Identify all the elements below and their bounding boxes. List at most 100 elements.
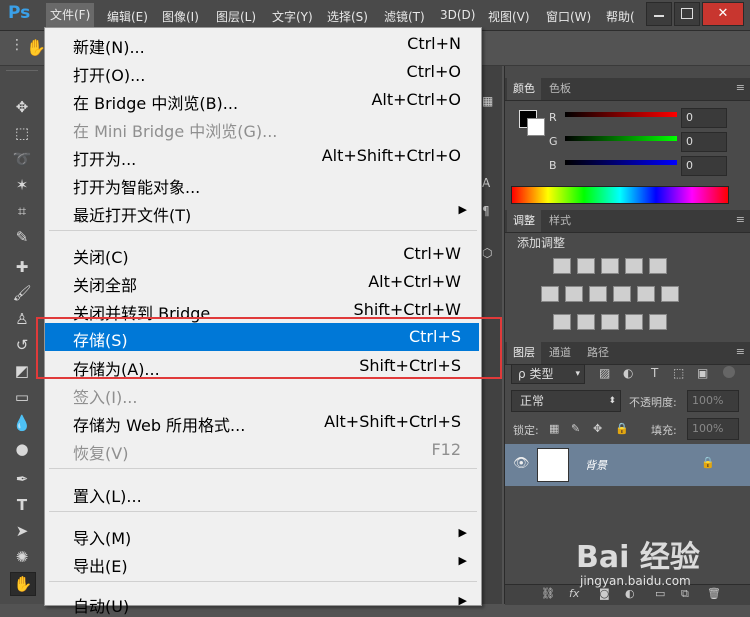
stamp-tool-icon[interactable]: ♙ xyxy=(10,308,34,330)
new-layer-icon[interactable]: ⧉ xyxy=(681,587,689,601)
green-value-input[interactable]: 0 xyxy=(681,132,727,152)
panel-menu-icon[interactable]: ≡ xyxy=(736,345,745,358)
menu-3d[interactable]: 3D(D) xyxy=(440,8,475,22)
menu-select[interactable]: 选择(S) xyxy=(327,8,368,25)
menu-filter[interactable]: 滤镜(T) xyxy=(384,8,425,25)
menu-item-import[interactable]: 导入(M) ▶ xyxy=(45,521,479,549)
marquee-tool-icon[interactable]: ⬚ xyxy=(10,122,34,144)
tab-styles[interactable]: 样式 xyxy=(543,210,577,232)
healing-brush-icon[interactable]: ✚ xyxy=(10,256,34,278)
gradient-tool-icon[interactable]: ▭ xyxy=(10,386,34,408)
color-spectrum-bar[interactable] xyxy=(511,186,729,204)
menu-view[interactable]: 视图(V) xyxy=(488,8,530,25)
menu-type[interactable]: 文字(Y) xyxy=(272,8,313,25)
lock-pixels-icon[interactable]: ✎ xyxy=(571,422,580,435)
invert-icon[interactable] xyxy=(553,314,571,330)
blend-mode-select[interactable]: 正常 ⬍ xyxy=(511,390,621,412)
color-lookup-icon[interactable] xyxy=(661,286,679,302)
delete-layer-icon[interactable]: 🗑 xyxy=(707,587,721,600)
panel-menu-icon[interactable]: ≡ xyxy=(736,81,745,94)
magic-wand-icon[interactable]: ✶ xyxy=(10,174,34,196)
tab-layers[interactable]: 图层 xyxy=(507,342,541,364)
menu-item-browse-bridge[interactable]: 在 Bridge 中浏览(B)... Alt+Ctrl+O xyxy=(45,86,479,114)
move-tool-icon[interactable]: ✥ xyxy=(10,96,34,118)
hand-tool-icon[interactable]: ✋ xyxy=(26,38,46,57)
panel-menu-icon[interactable]: ≡ xyxy=(736,213,745,226)
blue-value-input[interactable]: 0 xyxy=(681,156,727,176)
tab-color[interactable]: 颜色 xyxy=(507,78,541,100)
shape-filter-icon[interactable]: ⬚ xyxy=(673,366,684,380)
lock-position-icon[interactable]: ✥ xyxy=(593,422,602,435)
gradient-map-icon[interactable] xyxy=(625,314,643,330)
tab-channels[interactable]: 通道 xyxy=(543,342,577,364)
levels-icon[interactable] xyxy=(577,258,595,274)
path-select-icon[interactable]: ➤ xyxy=(10,520,34,542)
adjustment-filter-icon[interactable]: ◐ xyxy=(623,366,633,380)
menu-window[interactable]: 窗口(W) xyxy=(546,8,591,25)
color-balance-icon[interactable] xyxy=(565,286,583,302)
dodge-tool-icon[interactable]: ● xyxy=(10,438,34,460)
red-value-input[interactable]: 0 xyxy=(681,108,727,128)
pen-tool-icon[interactable]: ✒ xyxy=(10,468,34,490)
photo-filter-icon[interactable] xyxy=(613,286,631,302)
lock-all-icon[interactable]: 🔒 xyxy=(615,422,629,435)
tab-adjustments[interactable]: 调整 xyxy=(507,210,541,232)
vibrance-icon[interactable] xyxy=(649,258,667,274)
3d-panel-icon[interactable]: ⬡ xyxy=(482,246,496,262)
menu-item-revert[interactable]: 恢复(V) F12 xyxy=(45,436,479,464)
tab-paths[interactable]: 路径 xyxy=(581,342,615,364)
menu-layer[interactable]: 图层(L) xyxy=(216,8,256,25)
add-mask-icon[interactable]: ◙ xyxy=(599,587,610,600)
minimize-button[interactable] xyxy=(646,2,672,26)
layer-row-background[interactable]: 👁 背景 🔒 xyxy=(505,444,750,486)
lasso-tool-icon[interactable]: ➰ xyxy=(10,148,34,170)
menu-item-recent-files[interactable]: 最近打开文件(T) ▶ xyxy=(45,198,479,226)
menu-item-automate[interactable]: 自动(U) ▶ xyxy=(45,589,479,617)
smart-object-filter-icon[interactable]: ▣ xyxy=(697,366,708,380)
green-slider[interactable] xyxy=(565,136,677,141)
layer-style-icon[interactable]: fx xyxy=(569,587,579,600)
hue-saturation-icon[interactable] xyxy=(541,286,559,302)
black-white-icon[interactable] xyxy=(589,286,607,302)
link-layers-icon[interactable]: ⛓ xyxy=(541,587,555,600)
posterize-icon[interactable] xyxy=(577,314,595,330)
type-tool-icon[interactable]: T xyxy=(10,494,34,516)
channel-mixer-icon[interactable] xyxy=(637,286,655,302)
menu-item-close-all[interactable]: 关闭全部 Alt+Ctrl+W xyxy=(45,268,479,296)
threshold-icon[interactable] xyxy=(601,314,619,330)
restore-button[interactable] xyxy=(674,2,700,26)
eraser-tool-icon[interactable]: ◩ xyxy=(10,360,34,382)
panel-icon[interactable]: ▦ xyxy=(482,94,496,110)
menu-item-browse-mini-bridge[interactable]: 在 Mini Bridge 中浏览(G)... xyxy=(45,114,479,142)
menu-item-save-for-web[interactable]: 存储为 Web 所用格式... Alt+Shift+Ctrl+S xyxy=(45,408,479,436)
tab-swatches[interactable]: 色板 xyxy=(543,78,577,100)
selective-color-icon[interactable] xyxy=(649,314,667,330)
toolbar-grip[interactable] xyxy=(6,70,38,77)
menu-edit[interactable]: 编辑(E) xyxy=(107,8,148,25)
brightness-icon[interactable] xyxy=(553,258,571,274)
crop-tool-icon[interactable]: ⌗ xyxy=(10,200,34,222)
paragraph-panel-icon[interactable]: ¶ xyxy=(482,204,496,220)
exposure-icon[interactable] xyxy=(625,258,643,274)
menu-item-open-as[interactable]: 打开为... Alt+Shift+Ctrl+O xyxy=(45,142,479,170)
menu-file[interactable]: 文件(F) xyxy=(46,3,95,27)
menu-item-export[interactable]: 导出(E) ▶ xyxy=(45,549,479,577)
menu-item-new[interactable]: 新建(N)... Ctrl+N xyxy=(45,30,479,58)
layer-filter-select[interactable]: ρ 类型 ▾ xyxy=(511,364,585,384)
visibility-eye-icon[interactable]: 👁 xyxy=(513,456,530,471)
menu-help[interactable]: 帮助( xyxy=(606,8,635,25)
type-filter-icon[interactable]: T xyxy=(651,366,658,380)
blue-slider[interactable] xyxy=(565,160,677,165)
close-button[interactable]: ✕ xyxy=(702,2,744,26)
character-panel-icon[interactable]: A xyxy=(482,176,496,192)
red-slider[interactable] xyxy=(565,112,677,117)
menu-image[interactable]: 图像(I) xyxy=(162,8,199,25)
fill-input[interactable]: 100% xyxy=(687,418,739,440)
brush-tool-icon[interactable]: 🖌 xyxy=(10,282,34,304)
shape-tool-icon[interactable]: ✺ xyxy=(10,546,34,568)
blur-tool-icon[interactable]: 💧 xyxy=(10,412,34,434)
history-brush-icon[interactable]: ↺ xyxy=(10,334,34,356)
curves-icon[interactable] xyxy=(601,258,619,274)
eyedropper-icon[interactable]: ✎ xyxy=(10,226,34,248)
new-group-icon[interactable]: ▭ xyxy=(655,587,665,600)
